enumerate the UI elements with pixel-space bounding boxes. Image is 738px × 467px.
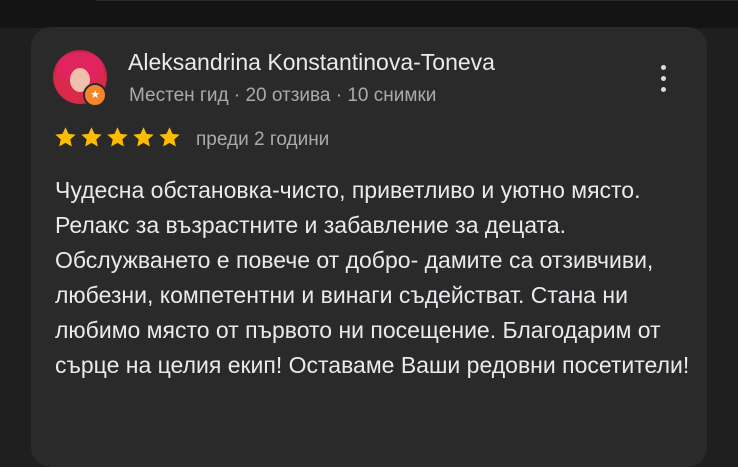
rating-stars	[53, 125, 182, 150]
star-badge-icon: ★	[83, 83, 107, 107]
divider	[96, 0, 738, 1]
star-icon	[81, 127, 102, 147]
more-dot	[660, 64, 666, 70]
review-time: преди 2 години	[196, 129, 330, 150]
top-divider-area	[0, 0, 738, 28]
author-meta: Местен гид · 20 отзива · 10 снимки	[129, 85, 437, 106]
star-icon	[107, 127, 128, 147]
star-icon	[159, 127, 180, 147]
more-dot	[660, 86, 666, 92]
more-vert-icon[interactable]	[648, 58, 678, 98]
author-name[interactable]: Aleksandrina Konstantinova-Toneva	[128, 49, 495, 76]
star-icon	[133, 127, 154, 147]
review-text: Чудесна обстановка-чисто, приветливо и у…	[55, 177, 690, 378]
star-icon	[55, 127, 76, 147]
more-dot	[660, 75, 666, 81]
